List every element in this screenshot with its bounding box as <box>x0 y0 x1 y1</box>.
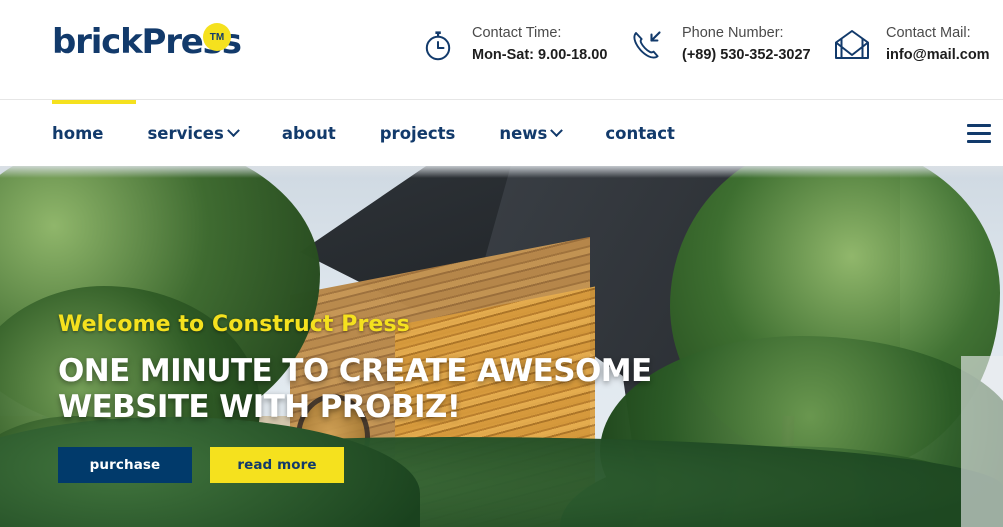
nav-label-about: about <box>281 124 336 143</box>
page-root: brickPress TM Contact Time: Mon-Sat: 9.0… <box>0 0 1003 527</box>
contact-phone-value: (+89) 530-352-3027 <box>682 46 811 63</box>
read-more-button[interactable]: read more <box>210 447 344 483</box>
trademark-badge: TM <box>203 23 231 51</box>
hero-title: ONE MINUTE TO CREATE AWESOME WEBSITE WIT… <box>58 353 678 425</box>
trademark-label: TM <box>209 31 225 43</box>
site-logo[interactable]: brickPress TM <box>52 22 242 62</box>
nav-list: home services about projects news contac… <box>52 101 699 166</box>
hero-copy: Welcome to Construct Press ONE MINUTE TO… <box>58 311 678 483</box>
hero-title-line-1: ONE MINUTE TO CREATE AWESOME <box>58 353 652 389</box>
nav-label-services: services <box>147 124 224 143</box>
hero-right-overlay-panel <box>961 356 1003 527</box>
nav-item-services[interactable]: services <box>147 124 261 143</box>
nav-item-projects[interactable]: projects <box>380 124 480 143</box>
stopwatch-icon <box>418 25 458 65</box>
hamburger-menu-icon[interactable] <box>965 119 995 147</box>
contact-time-text: Contact Time: Mon-Sat: 9.00-18.00 <box>472 24 607 65</box>
hamburger-bar <box>967 123 991 127</box>
top-bar: brickPress TM Contact Time: Mon-Sat: 9.0… <box>0 0 1003 100</box>
nav-label-projects: projects <box>379 124 456 143</box>
hero-button-group: purchase read more <box>58 447 678 483</box>
hero-carousel: Welcome to Construct Press ONE MINUTE TO… <box>0 166 1003 527</box>
nav-item-contact[interactable]: contact <box>605 124 699 143</box>
nav-label-home: home <box>52 124 104 143</box>
hero-kicker: Welcome to Construct Press <box>58 312 410 337</box>
nav-label-news: news <box>499 124 548 143</box>
phone-incoming-icon <box>628 25 668 65</box>
nav-item-about[interactable]: about <box>282 124 360 143</box>
contact-time-group: Contact Time: Mon-Sat: 9.00-18.00 <box>418 24 607 65</box>
contact-time-label: Contact Time: <box>472 25 562 41</box>
nav-item-news[interactable]: news <box>499 124 585 143</box>
hero-title-line-2: WEBSITE WITH PROBIZ! <box>58 389 461 425</box>
hamburger-bar <box>967 131 991 135</box>
chevron-down-icon <box>226 124 240 138</box>
nav-item-home[interactable]: home <box>52 124 127 143</box>
hamburger-bar <box>967 139 991 143</box>
chevron-down-icon <box>550 124 564 138</box>
purchase-button[interactable]: purchase <box>58 447 192 483</box>
contact-mail-group: Contact Mail: info@mail.com <box>832 24 990 65</box>
contact-time-value: Mon-Sat: 9.00-18.00 <box>472 46 608 63</box>
contact-phone-group: Phone Number: (+89) 530-352-3027 <box>628 24 811 65</box>
mail-open-icon <box>832 25 872 65</box>
contact-phone-text: Phone Number: (+89) 530-352-3027 <box>682 24 811 65</box>
nav-label-contact: contact <box>605 124 675 143</box>
hero-top-fade <box>0 166 1003 178</box>
contact-mail-value: info@mail.com <box>886 46 990 63</box>
contact-mail-label: Contact Mail: <box>886 25 971 41</box>
main-navigation: home services about projects news contac… <box>0 100 1003 166</box>
contact-phone-label: Phone Number: <box>682 25 784 41</box>
contact-mail-text: Contact Mail: info@mail.com <box>886 24 990 65</box>
